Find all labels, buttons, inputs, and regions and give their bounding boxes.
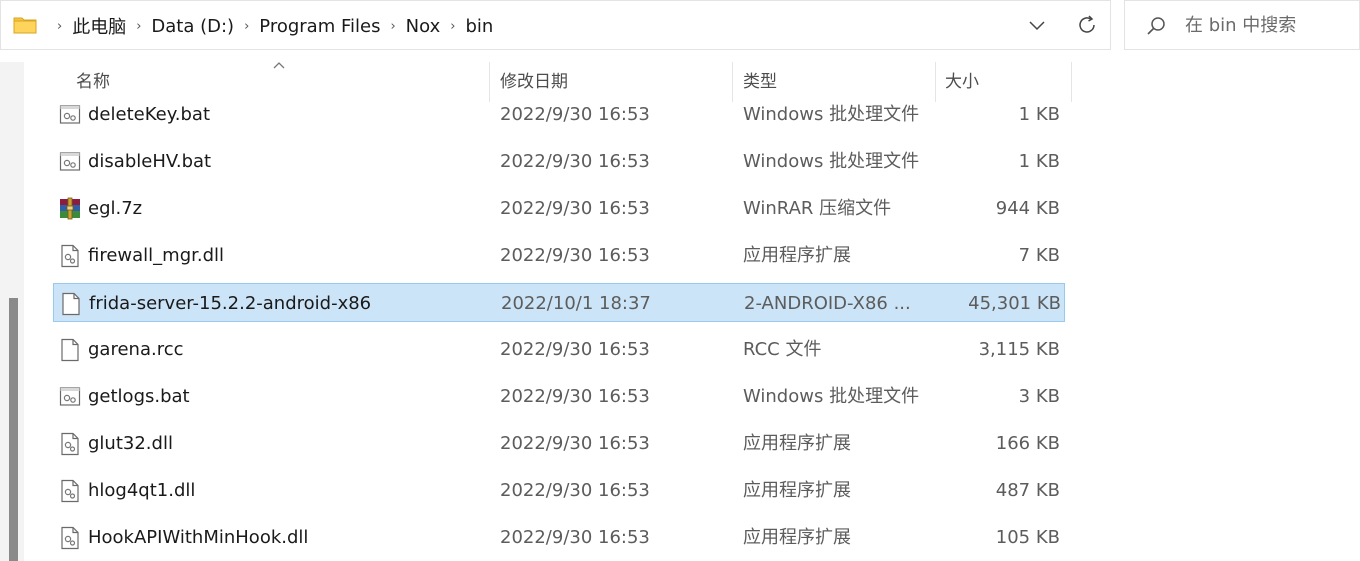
file-type: 应用程序扩展 bbox=[743, 480, 851, 501]
dll-file-icon bbox=[59, 432, 81, 456]
file-row[interactable]: disableHV.bat 2022/9/30 16:53 Windows 批处理文… bbox=[53, 142, 1065, 181]
file-explorer-window: › 此电脑 › Data (D:) › Program Files › Nox … bbox=[0, 0, 1360, 561]
file-name: glut32.dll bbox=[88, 433, 173, 454]
file-modified-date: 2022/9/30 16:53 bbox=[500, 151, 650, 172]
file-size: 1 KB bbox=[1018, 151, 1060, 172]
dll-file-icon bbox=[59, 479, 81, 503]
file-size: 45,301 KB bbox=[968, 293, 1061, 314]
file-size: 944 KB bbox=[995, 198, 1060, 219]
file-row[interactable]: hlog4qt1.dll 2022/9/30 16:53 应用程序扩展 487 KB bbox=[53, 471, 1065, 510]
file-type: 应用程序扩展 bbox=[743, 527, 851, 548]
file-type: RCC 文件 bbox=[743, 339, 822, 360]
breadcrumb: › 此电脑 › Data (D:) › Program Files › Nox … bbox=[47, 1, 493, 51]
file-row[interactable]: glut32.dll 2022/9/30 16:53 应用程序扩展 166 KB bbox=[53, 424, 1065, 463]
file-size: 7 KB bbox=[1018, 245, 1060, 266]
dll-file-icon bbox=[59, 244, 81, 268]
chevron-right-icon[interactable]: › bbox=[57, 19, 62, 34]
file-name: hlog4qt1.dll bbox=[88, 480, 196, 501]
file-name: egl.7z bbox=[88, 198, 143, 219]
file-name: deleteKey.bat bbox=[88, 104, 211, 125]
batch-file-icon bbox=[59, 385, 81, 409]
file-size: 487 KB bbox=[995, 480, 1060, 501]
file-name: frida-server-15.2.2-android-x86 bbox=[89, 293, 372, 314]
file-type: 应用程序扩展 bbox=[743, 245, 851, 266]
dll-file-icon bbox=[59, 526, 81, 550]
breadcrumb-bin[interactable]: bin bbox=[465, 16, 493, 37]
chevron-right-icon[interactable]: › bbox=[136, 19, 141, 34]
file-modified-date: 2022/9/30 16:53 bbox=[500, 104, 650, 125]
column-divider[interactable] bbox=[1071, 62, 1072, 102]
file-row[interactable]: garena.rcc 2022/9/30 16:53 RCC 文件 3,115 KB bbox=[53, 330, 1065, 369]
generic-file-icon bbox=[59, 338, 81, 362]
file-name: HookAPIWithMinHook.dll bbox=[88, 527, 309, 548]
file-size: 166 KB bbox=[995, 433, 1060, 454]
file-size: 1 KB bbox=[1018, 104, 1060, 125]
file-modified-date: 2022/9/30 16:53 bbox=[500, 198, 650, 219]
search-input[interactable]: 在 bin 中搜索 bbox=[1185, 1, 1296, 51]
refresh-icon[interactable] bbox=[1075, 13, 1099, 37]
file-name: getlogs.bat bbox=[88, 386, 190, 407]
search-box[interactable]: 在 bin 中搜索 bbox=[1124, 0, 1360, 50]
folder-icon bbox=[13, 17, 37, 34]
file-modified-date: 2022/9/30 16:53 bbox=[500, 433, 650, 454]
file-row[interactable]: deleteKey.bat 2022/9/30 16:53 Windows 批处理文… bbox=[53, 95, 1065, 134]
chevron-right-icon[interactable]: › bbox=[450, 19, 455, 34]
file-type: Windows 批处理文件 bbox=[743, 386, 920, 407]
file-type: Windows 批处理文件 bbox=[743, 104, 920, 125]
file-modified-date: 2022/9/30 16:53 bbox=[500, 527, 650, 548]
address-bar[interactable]: › 此电脑 › Data (D:) › Program Files › Nox … bbox=[0, 0, 1111, 50]
file-row[interactable]: HookAPIWithMinHook.dll 2022/9/30 16:53 应用程… bbox=[53, 518, 1065, 557]
file-type: Windows 批处理文件 bbox=[743, 151, 920, 172]
file-size: 3 KB bbox=[1018, 386, 1060, 407]
file-modified-date: 2022/10/1 18:37 bbox=[501, 293, 651, 314]
batch-file-icon bbox=[59, 103, 81, 127]
chevron-down-icon[interactable] bbox=[1027, 15, 1047, 35]
breadcrumb-nox[interactable]: Nox bbox=[406, 16, 441, 37]
breadcrumb-this-pc[interactable]: 此电脑 bbox=[72, 13, 126, 39]
chevron-right-icon[interactable]: › bbox=[244, 19, 249, 34]
file-modified-date: 2022/9/30 16:53 bbox=[500, 245, 650, 266]
file-row-selected[interactable]: frida-server-15.2.2-android-x86 2022/10/1… bbox=[53, 283, 1065, 322]
file-row[interactable]: firewall_mgr.dll 2022/9/30 16:53 应用程序扩展 7 K… bbox=[53, 236, 1065, 275]
batch-file-icon bbox=[59, 150, 81, 174]
file-type: WinRAR 压缩文件 bbox=[743, 198, 892, 219]
file-row[interactable]: egl.7z 2022/9/30 16:53 WinRAR 压缩文件 944 KB bbox=[53, 189, 1065, 228]
file-name: garena.rcc bbox=[88, 339, 184, 360]
breadcrumb-data-drive[interactable]: Data (D:) bbox=[151, 16, 234, 37]
file-name: firewall_mgr.dll bbox=[88, 245, 225, 266]
file-size: 105 KB bbox=[995, 527, 1060, 548]
file-row[interactable]: getlogs.bat 2022/9/30 16:53 Windows 批处理文件 3… bbox=[53, 377, 1065, 416]
file-size: 3,115 KB bbox=[978, 339, 1060, 360]
search-icon bbox=[1147, 17, 1165, 35]
winrar-archive-icon bbox=[59, 197, 81, 221]
file-modified-date: 2022/9/30 16:53 bbox=[500, 386, 650, 407]
file-modified-date: 2022/9/30 16:53 bbox=[500, 339, 650, 360]
scrollbar-thumb[interactable] bbox=[9, 298, 18, 561]
file-modified-date: 2022/9/30 16:53 bbox=[500, 480, 650, 501]
chevron-right-icon[interactable]: › bbox=[390, 19, 395, 34]
generic-file-icon bbox=[60, 292, 82, 316]
file-type: 应用程序扩展 bbox=[743, 433, 851, 454]
file-type: 2-ANDROID-X86 ... bbox=[744, 293, 911, 314]
breadcrumb-program-files[interactable]: Program Files bbox=[259, 16, 380, 37]
file-name: disableHV.bat bbox=[88, 151, 212, 172]
